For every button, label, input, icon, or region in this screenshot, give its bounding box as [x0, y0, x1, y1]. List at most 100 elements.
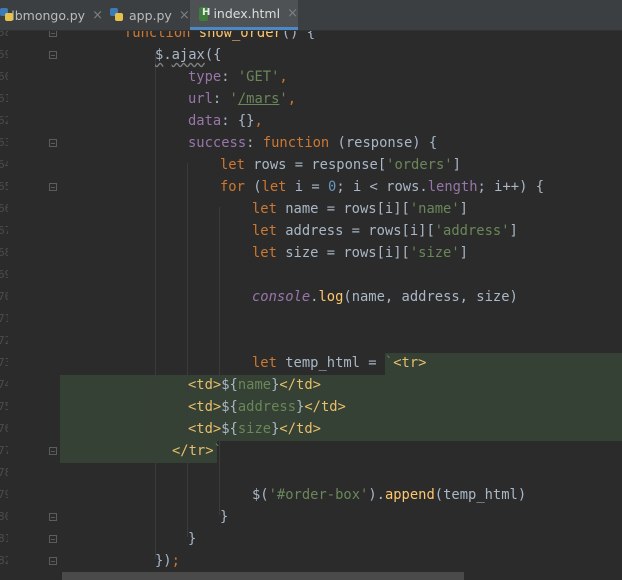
code-token: let [252, 201, 277, 217]
code-token: 'address' [434, 223, 510, 239]
code-text: function show_order() { [124, 31, 315, 44]
fold-marker-icon[interactable] [49, 447, 57, 455]
code-token: ( [244, 179, 262, 195]
code-line[interactable]: 77 </tr>` [0, 440, 622, 462]
code-token: ; [171, 553, 180, 569]
code-token: </td> [304, 399, 346, 415]
code-text: <td>${name}</td> [188, 374, 321, 396]
code-line[interactable]: 74 <td>${name}</td> [0, 374, 622, 396]
code-text: let rows = response['orders'] [220, 154, 461, 176]
code-token: 'size' [409, 245, 460, 261]
close-icon[interactable]: × [179, 8, 190, 23]
code-line[interactable]: 58 function show_order() { [0, 31, 622, 44]
fold-marker-icon[interactable] [49, 557, 57, 565]
line-number: 71 [0, 312, 8, 325]
code-text: </tr>` [172, 440, 222, 462]
code-token: <td> [188, 377, 222, 393]
code-token: ${ [221, 377, 238, 393]
code-token: () { [281, 31, 316, 41]
code-token: ; i++) { [477, 179, 544, 195]
code-token: temp_html = [276, 355, 385, 371]
line-number: 60 [0, 70, 8, 83]
code-token: i = [286, 179, 329, 195]
code-token: data [188, 113, 222, 129]
code-line[interactable]: 68 let size = rows[i]['size'] [0, 242, 622, 264]
code-token: } [220, 509, 229, 525]
code-token: let [261, 179, 287, 195]
line-number: 66 [0, 202, 8, 215]
code-token: } [188, 531, 197, 547]
code-token: : [221, 69, 238, 85]
code-line[interactable]: 64 let rows = response['orders'] [0, 154, 622, 176]
code-token: /mars [237, 91, 280, 107]
code-token: , [254, 113, 263, 129]
code-token: address [237, 399, 297, 415]
code-line[interactable]: 82}); [0, 550, 622, 572]
tab-index-html[interactable]: index.html × [190, 0, 298, 30]
code-token: (temp_html) [434, 487, 527, 503]
code-line[interactable]: 76 <td>${size}</td> [0, 418, 622, 440]
code-line[interactable]: 80} [0, 506, 622, 528]
code-token: size [237, 421, 272, 437]
line-number: 77 [0, 444, 8, 457]
fold-marker-icon[interactable] [49, 183, 57, 191]
code-text: type: 'GET', [188, 66, 288, 88]
python-file-icon [110, 8, 124, 22]
code-line[interactable]: 75 <td>${address}</td> [0, 396, 622, 418]
code-line[interactable]: 72 [0, 330, 622, 352]
code-token: show_order [198, 31, 282, 41]
code-line[interactable]: 81} [0, 528, 622, 550]
code-line[interactable]: 62 data: {}, [0, 110, 622, 132]
horizontal-scrollbar[interactable] [62, 572, 464, 580]
code-token: ] [459, 201, 468, 217]
line-number: 76 [0, 422, 8, 435]
code-token: let [252, 223, 277, 239]
code-token: ` [213, 443, 222, 459]
fold-marker-icon[interactable] [49, 535, 57, 543]
tab-label: dbmongo.py [6, 7, 86, 23]
code-line[interactable]: 71 [0, 308, 622, 330]
close-icon[interactable]: × [287, 6, 298, 21]
code-line[interactable]: 61 url: '/mars', [0, 88, 622, 110]
tab-dbmongo-py[interactable]: dbmongo.py × [0, 0, 103, 30]
code-line[interactable]: 79 $('#order-box').append(temp_html) [0, 484, 622, 506]
code-line[interactable]: 59 $.ajax({ [0, 44, 622, 66]
code-line[interactable]: 73 let temp_html = `<tr> [0, 352, 622, 374]
code-token: ). [368, 487, 385, 503]
code-token: , [287, 91, 297, 107]
tab-app-py[interactable]: app.py × [110, 0, 190, 30]
fold-marker-icon[interactable] [49, 51, 57, 59]
code-text: success: function (response) { [188, 132, 437, 154]
code-editor[interactable]: 58 function show_order() {59 $.ajax({ 60 typ… [0, 31, 622, 580]
code-token: name = rows[i][ [276, 201, 410, 217]
code-line[interactable]: 66 let name = rows[i]['name'] [0, 198, 622, 220]
fold-marker-icon[interactable] [49, 139, 57, 147]
line-number: 59 [0, 48, 8, 61]
code-token: success [188, 135, 247, 151]
code-line[interactable]: 78 [0, 462, 622, 484]
code-token: (response) { [329, 135, 438, 151]
code-line[interactable]: 63 success: function (response) { [0, 132, 622, 154]
code-token: let [252, 245, 277, 261]
line-number: 75 [0, 400, 8, 413]
code-line[interactable]: 70 console.log(name, address, size) [0, 286, 622, 308]
line-number: 63 [0, 136, 8, 149]
code-token: log [318, 289, 344, 305]
line-number: 61 [0, 92, 8, 105]
code-line[interactable]: 60 type: 'GET', [0, 66, 622, 88]
editor-tab-bar: dbmongo.py × app.py × index.html × [0, 0, 622, 31]
code-token: ' [279, 91, 288, 107]
code-token: : [212, 91, 230, 107]
code-line[interactable]: 65 for (let i = 0; i < rows.length; i++) … [0, 176, 622, 198]
code-line[interactable]: 67 let address = rows[i]['address'] [0, 220, 622, 242]
line-number: 78 [0, 466, 8, 479]
fold-marker-icon[interactable] [49, 31, 57, 37]
fold-marker-icon[interactable] [49, 513, 57, 521]
code-line[interactable]: 69 [0, 264, 622, 286]
code-token: ] [509, 223, 518, 239]
code-token: </td> [279, 421, 321, 437]
close-icon[interactable]: × [92, 8, 103, 23]
code-token: function [124, 31, 191, 41]
code-text: }); [155, 550, 180, 572]
